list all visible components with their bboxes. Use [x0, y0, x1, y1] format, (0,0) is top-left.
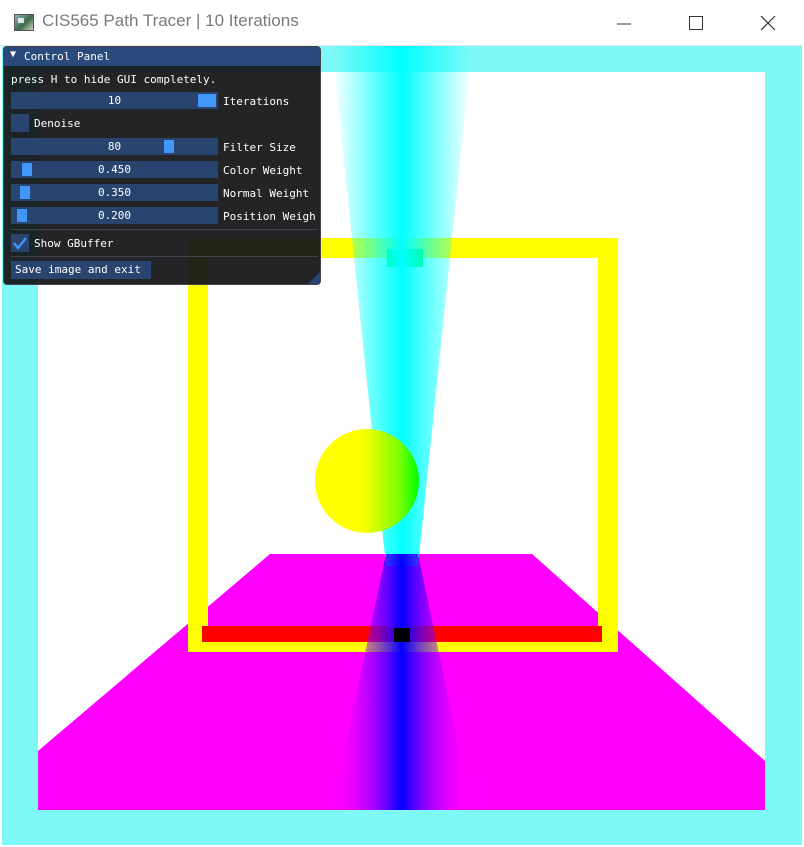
color-weight-slider-grab[interactable] — [21, 163, 32, 176]
save-image-and-exit-button[interactable]: Save image and exit — [11, 261, 151, 279]
control-panel[interactable]: ▼ Control Panel press H to hide GUI comp… — [3, 46, 321, 285]
resize-grip[interactable] — [308, 272, 320, 284]
close-button[interactable] — [744, 0, 792, 46]
app-icon — [14, 14, 34, 31]
position-weight-label: Position Weigh — [223, 210, 316, 223]
normal-weight-value: 0.350 — [97, 186, 132, 199]
normal-weight-slider-grab[interactable] — [19, 186, 30, 199]
iterations-slider-grab[interactable] — [198, 94, 216, 107]
filter-size-value: 80 — [107, 140, 122, 153]
separator — [11, 256, 318, 257]
position-weight-slider[interactable]: 0.200 — [11, 207, 218, 224]
window-title-bar: CIS565 Path Tracer | 10 Iterations — [0, 0, 804, 46]
iterations-label: Iterations — [223, 95, 290, 108]
filter-size-label: Filter Size — [223, 141, 296, 154]
normal-weight-slider[interactable]: 0.350 — [11, 184, 218, 201]
panel-title-bar[interactable]: ▼ Control Panel — [4, 47, 320, 66]
show-gbuffer-checkbox[interactable] — [11, 234, 29, 252]
window-title: CIS565 Path Tracer | 10 Iterations — [42, 11, 299, 30]
minimize-icon — [617, 23, 631, 25]
panel-title: Control Panel — [24, 50, 111, 63]
save-button-label: Save image and exit — [15, 263, 141, 276]
close-icon — [760, 15, 776, 31]
triangle-down-icon[interactable]: ▼ — [10, 49, 16, 60]
position-weight-slider-grab[interactable] — [16, 209, 27, 222]
maximize-button[interactable] — [672, 0, 720, 46]
filter-size-slider-grab[interactable] — [163, 140, 174, 153]
iterations-value: 10 — [107, 94, 122, 107]
checkmark-icon — [13, 237, 27, 250]
color-weight-slider[interactable]: 0.450 — [11, 161, 218, 178]
denoise-checkbox[interactable] — [11, 114, 29, 132]
iterations-slider[interactable]: 10 — [11, 92, 218, 109]
color-weight-label: Color Weight — [223, 164, 303, 177]
normal-weight-label: Normal Weight — [223, 187, 310, 200]
filter-size-slider[interactable]: 80 — [11, 138, 218, 155]
separator — [11, 229, 318, 230]
minimize-button[interactable] — [600, 0, 648, 46]
color-weight-value: 0.450 — [97, 163, 132, 176]
show-gbuffer-label: Show GBuffer — [34, 237, 114, 250]
hide-gui-hint: press H to hide GUI completely. — [11, 73, 217, 86]
denoise-label: Denoise — [34, 117, 81, 130]
scene-sphere — [315, 429, 419, 533]
maximize-icon — [689, 16, 703, 30]
scene-intersection — [394, 628, 410, 642]
position-weight-value: 0.200 — [97, 209, 132, 222]
